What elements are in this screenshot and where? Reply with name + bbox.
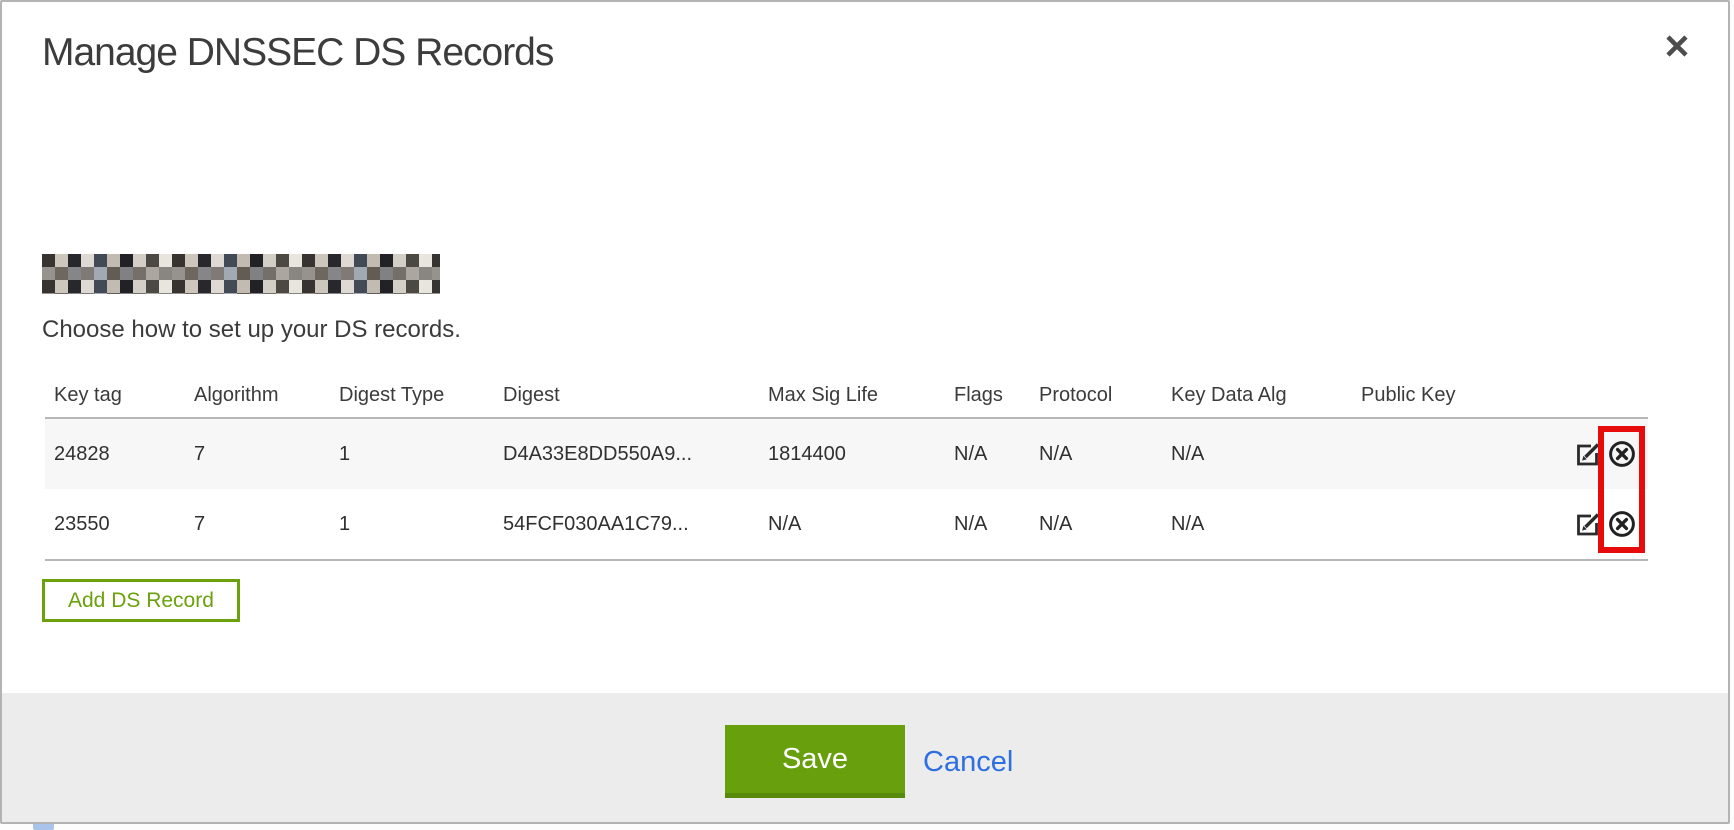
- cell-key-data-alg: N/A: [1162, 443, 1352, 466]
- col-header-key-tag: Key tag: [45, 384, 185, 407]
- cell-key-tag: 24828: [45, 443, 185, 466]
- delete-record-button[interactable]: [1607, 439, 1637, 469]
- circle-x-icon: [1607, 457, 1637, 472]
- circle-x-icon: [1607, 527, 1637, 542]
- cancel-link[interactable]: Cancel: [923, 746, 1013, 779]
- close-button[interactable]: [1660, 30, 1694, 64]
- edit-record-button[interactable]: [1574, 440, 1602, 468]
- cell-digest: D4A33E8DD550A9...: [494, 443, 759, 466]
- cell-max-sig-life: N/A: [759, 513, 945, 536]
- cell-digest: 54FCF030AA1C79...: [494, 513, 759, 536]
- table-header-row: Key tag Algorithm Digest Type Digest Max…: [45, 373, 1648, 417]
- save-button[interactable]: Save: [725, 725, 905, 798]
- cell-flags: N/A: [945, 443, 1030, 466]
- row-actions: [1562, 509, 1648, 539]
- intro-text: Choose how to set up your DS records.: [42, 316, 461, 344]
- table-row: 24828 7 1 D4A33E8DD550A9... 1814400 N/A …: [45, 419, 1648, 489]
- col-header-digest-type: Digest Type: [330, 384, 494, 407]
- col-header-max-sig-life: Max Sig Life: [759, 384, 945, 407]
- edit-icon: [1574, 456, 1602, 471]
- cell-protocol: N/A: [1030, 443, 1162, 466]
- col-header-key-data-alg: Key Data Alg: [1162, 384, 1352, 407]
- cell-digest-type: 1: [330, 513, 494, 536]
- cell-protocol: N/A: [1030, 513, 1162, 536]
- add-ds-record-button[interactable]: Add DS Record: [42, 579, 240, 622]
- manage-dnssec-ds-records-dialog: Manage DNSSEC DS Records Choose how to s…: [0, 0, 1730, 824]
- cell-key-tag: 23550: [45, 513, 185, 536]
- edit-record-button[interactable]: [1574, 510, 1602, 538]
- dialog-title: Manage DNSSEC DS Records: [42, 30, 553, 76]
- close-icon: [1663, 48, 1691, 63]
- obscured-background-element: [33, 823, 54, 830]
- redacted-domain-name: [42, 254, 440, 294]
- cell-max-sig-life: 1814400: [759, 443, 945, 466]
- col-header-public-key: Public Key: [1352, 384, 1562, 407]
- col-header-flags: Flags: [945, 384, 1030, 407]
- col-header-algorithm: Algorithm: [185, 384, 330, 407]
- cell-algorithm: 7: [185, 513, 330, 536]
- col-header-protocol: Protocol: [1030, 384, 1162, 407]
- cell-algorithm: 7: [185, 443, 330, 466]
- edit-icon: [1574, 526, 1602, 541]
- row-actions: [1562, 439, 1648, 469]
- delete-record-button[interactable]: [1607, 509, 1637, 539]
- ds-records-table: Key tag Algorithm Digest Type Digest Max…: [45, 373, 1648, 561]
- col-header-digest: Digest: [494, 384, 759, 407]
- table-row: 23550 7 1 54FCF030AA1C79... N/A N/A N/A …: [45, 489, 1648, 559]
- table-body: 24828 7 1 D4A33E8DD550A9... 1814400 N/A …: [45, 417, 1648, 561]
- cell-key-data-alg: N/A: [1162, 513, 1352, 536]
- cell-digest-type: 1: [330, 443, 494, 466]
- cell-flags: N/A: [945, 513, 1030, 536]
